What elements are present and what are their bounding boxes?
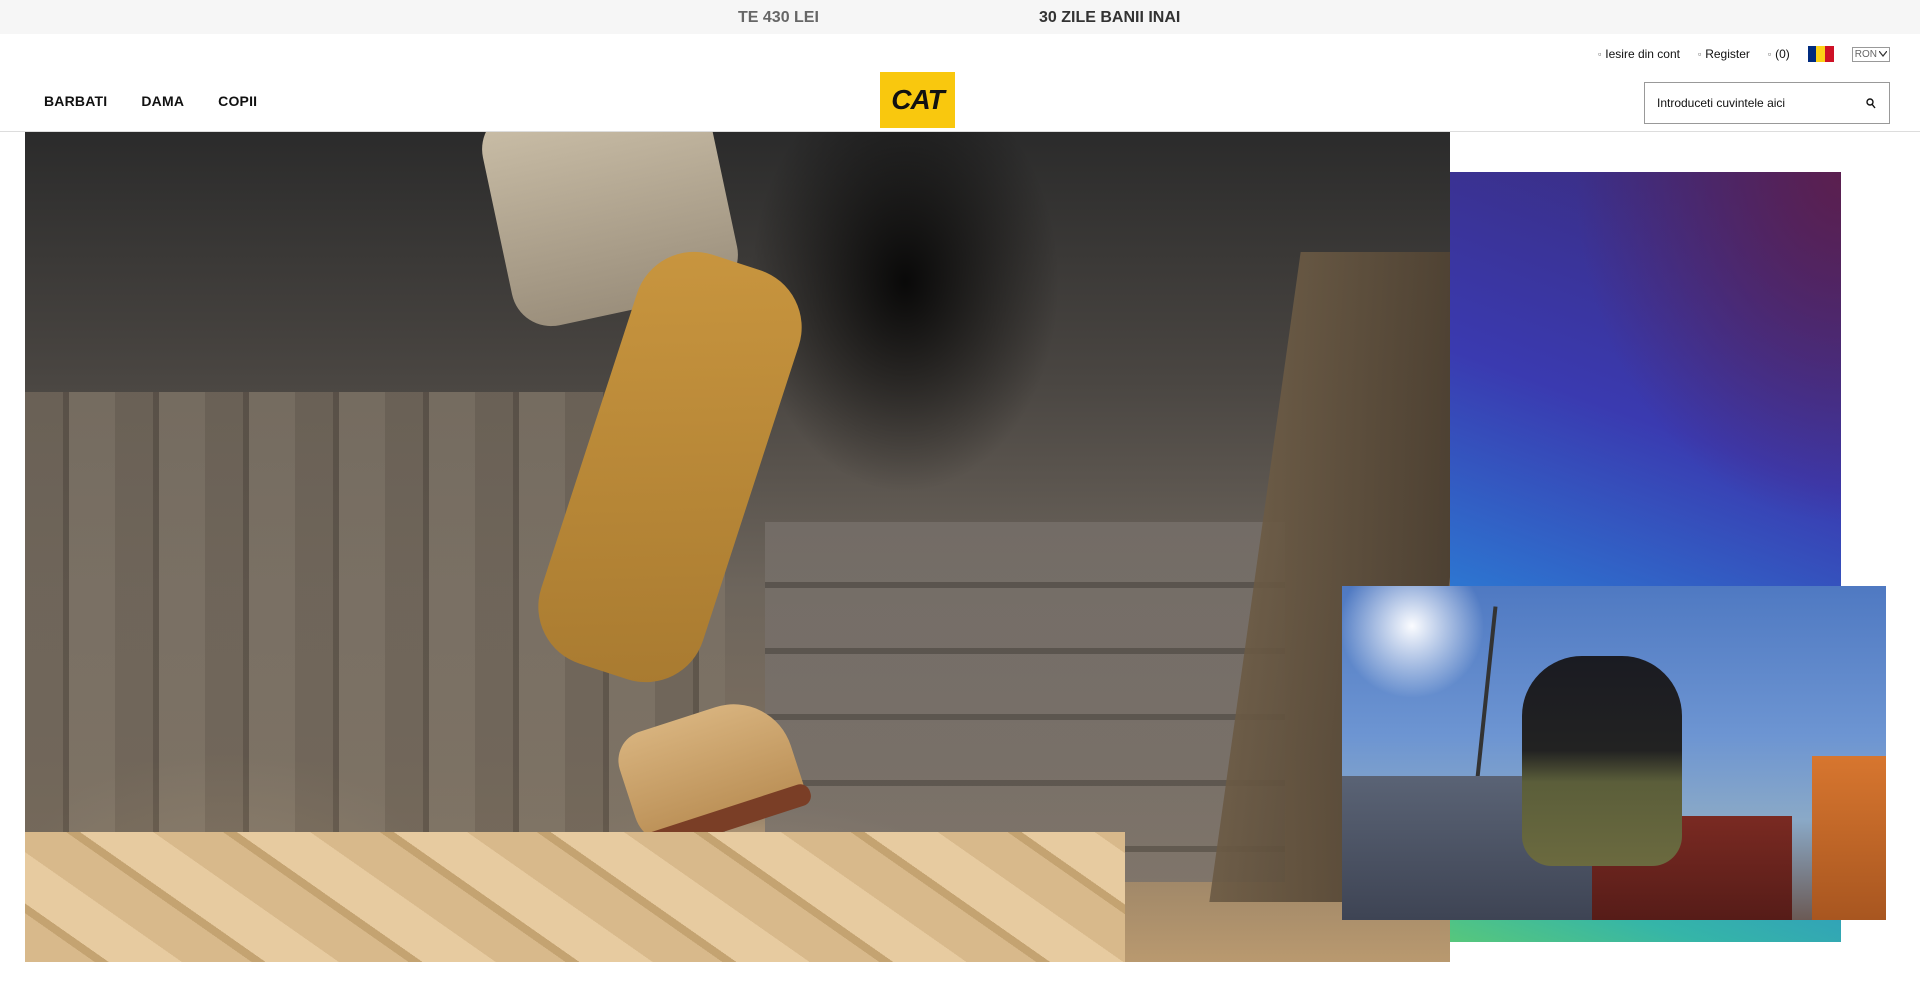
nav-item-copii[interactable]: COPII (218, 93, 257, 109)
search-input[interactable] (1645, 83, 1853, 123)
search-icon (1866, 97, 1876, 108)
currency-select[interactable]: RON (1851, 46, 1890, 62)
cart-link[interactable]: ▫ (0) (1768, 47, 1790, 61)
register-icon: ▫ (1698, 49, 1702, 59)
main-header: BARBATI DAMA COPII CAT (0, 66, 1920, 132)
nav-item-dama[interactable]: DAMA (141, 93, 184, 109)
cart-icon: ▫ (1767, 49, 1772, 59)
logo-triangle-icon (917, 108, 931, 117)
chevron-down-icon (1879, 51, 1887, 57)
utility-bar: ▫ Iesire din cont ▫ Register ▫ (0) RON (1598, 46, 1890, 62)
romania-flag-icon[interactable] (1807, 46, 1834, 62)
logout-link[interactable]: ▫ Iesire din cont (1598, 47, 1680, 61)
register-link[interactable]: ▫ Register (1698, 47, 1750, 61)
wooden-crate-right (765, 522, 1285, 882)
promo-message-2: 30 ZILE BANII INAI (1039, 9, 1181, 26)
cat-logo[interactable]: CAT (880, 72, 955, 128)
search-button[interactable] (1853, 83, 1889, 123)
orange-container (1812, 756, 1886, 920)
wood-pile (25, 832, 1125, 962)
hero-secondary-image[interactable] (1342, 586, 1886, 920)
nav-item-barbati[interactable]: BARBATI (44, 93, 107, 109)
model-crouching (1522, 656, 1682, 866)
promo-bar: TE 430 LEI 30 ZILE BANII INAI (0, 0, 1920, 34)
promo-message-1: TE 430 LEI (738, 9, 819, 26)
hero-main-image[interactable] (25, 132, 1450, 962)
search-box (1644, 82, 1890, 124)
main-nav: BARBATI DAMA COPII (44, 93, 257, 109)
logout-label: Iesire din cont (1605, 47, 1680, 61)
cart-count: (0) (1775, 47, 1790, 61)
register-label: Register (1705, 47, 1750, 61)
user-icon: ▫ (1598, 49, 1602, 59)
currency-value: RON (1854, 48, 1877, 60)
